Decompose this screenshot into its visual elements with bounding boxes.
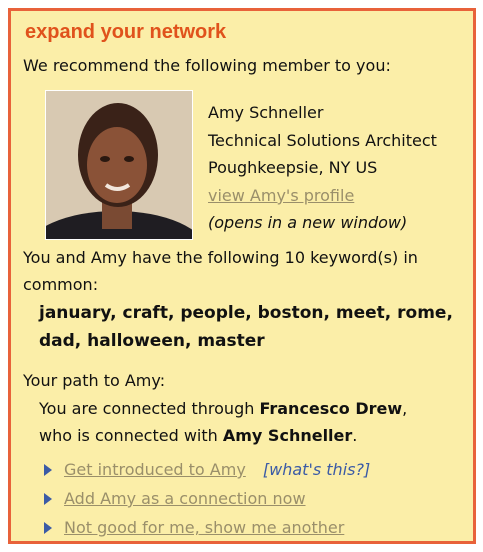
action-add: Add Amy as a connection now (44, 489, 306, 508)
member-location: Poughkeepsie, NY US (208, 158, 378, 177)
member-photo[interactable] (45, 90, 193, 240)
keywords-list-line2: dad, halloween, master (39, 331, 265, 351)
path-line1-suffix: , (402, 399, 408, 418)
add-connection-link[interactable]: Add Amy as a connection now (64, 489, 306, 508)
action-not-good: Not good for me, show me another (44, 518, 344, 537)
path-line1: You are connected through Francesco Drew… (39, 399, 407, 418)
arrow-right-icon (44, 493, 52, 505)
connector-name: Francesco Drew (259, 399, 403, 418)
member-name: Amy Schneller (208, 103, 324, 122)
keywords-list-line1: january, craft, people, boston, meet, ro… (39, 303, 453, 323)
keywords-intro-line1: You and Amy have the following 10 keywor… (23, 248, 418, 267)
view-profile-link[interactable]: view Amy's profile (208, 186, 354, 205)
keywords-intro-line2: common: (23, 275, 99, 294)
action-introduce: Get introduced to Amy [what's this?] (44, 460, 370, 479)
path-line1-prefix: You are connected through (39, 399, 260, 418)
show-another-link[interactable]: Not good for me, show me another (64, 518, 344, 537)
path-line2: who is connected with Amy Schneller. (39, 426, 357, 445)
arrow-right-icon (44, 522, 52, 534)
recommend-intro: We recommend the following member to you… (23, 56, 391, 75)
expand-network-panel: expand your network We recommend the fol… (8, 8, 476, 544)
path-line2-prefix: who is connected with (39, 426, 223, 445)
opens-new-window-note: (opens in a new window) (208, 213, 408, 232)
path-heading: Your path to Amy: (23, 371, 166, 390)
arrow-right-icon (44, 464, 52, 476)
get-introduced-link[interactable]: Get introduced to Amy (64, 460, 246, 479)
target-name: Amy Schneller (222, 426, 353, 445)
whats-this-link[interactable]: [what's this?] (263, 460, 370, 479)
member-photo-image (46, 91, 192, 239)
member-job-title: Technical Solutions Architect (208, 131, 437, 150)
path-line2-suffix: . (352, 426, 358, 445)
panel-title: expand your network (25, 21, 227, 43)
